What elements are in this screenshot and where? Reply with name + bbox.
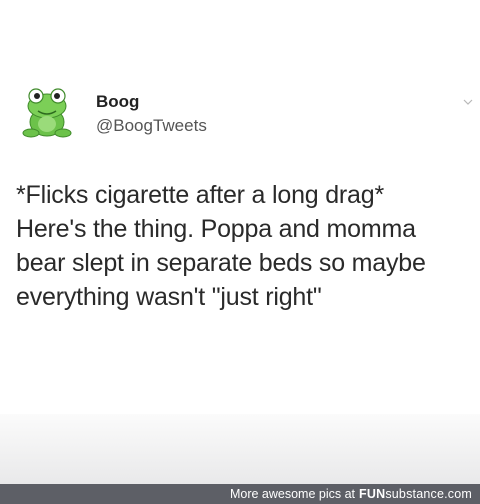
user-handle[interactable]: @BoogTweets <box>96 115 207 137</box>
tweet-text: *Flicks cigarette after a long drag* Her… <box>16 178 471 314</box>
tweet-text-line: Here's the thing. Poppa and momma <box>16 215 416 243</box>
tweet-card: Boog @BoogTweets *Flicks cigarette after… <box>0 0 480 414</box>
tweet-text-line: *Flicks cigarette after a long drag* <box>16 181 384 209</box>
footer-brand-rest: substance.com <box>385 487 472 501</box>
footer-brand[interactable]: FUNsubstance.com <box>359 487 472 501</box>
watermark-footer[interactable]: More awesome pics at FUNsubstance.com <box>0 484 480 504</box>
tweet-text-line: bear slept in separate beds so maybe <box>16 249 426 277</box>
display-name[interactable]: Boog <box>96 92 207 112</box>
footer-caption: More awesome pics at <box>229 487 356 501</box>
frog-avatar-icon[interactable] <box>18 84 76 142</box>
tweet-author[interactable]: Boog @BoogTweets <box>96 92 207 137</box>
bottom-fade <box>0 414 480 484</box>
chevron-down-icon[interactable] <box>462 95 474 107</box>
footer-brand-bold: FUN <box>359 487 386 501</box>
tweet-text-line: everything wasn't "just right" <box>16 283 322 311</box>
